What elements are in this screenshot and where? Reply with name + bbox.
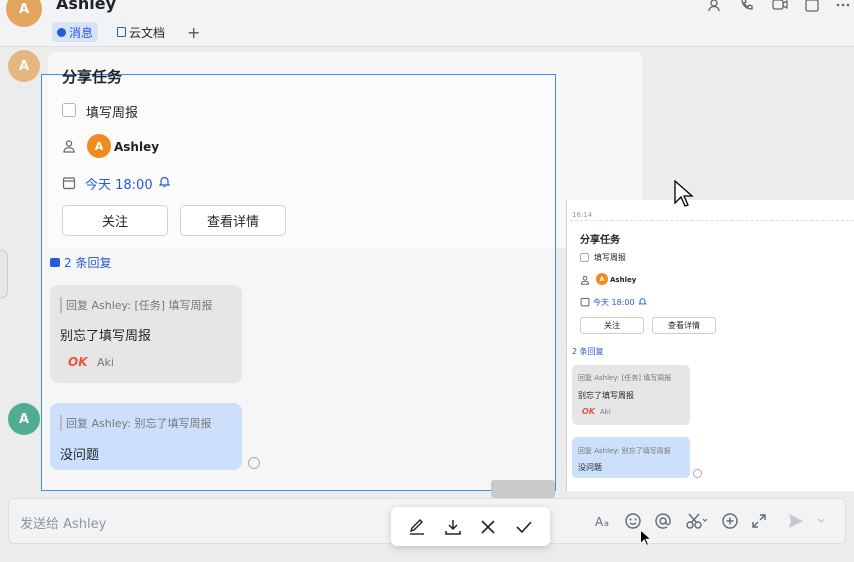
preview-person-icon — [580, 275, 590, 287]
preview-replies: 2 条回复 — [572, 347, 604, 356]
task-owner-name: Ashley — [114, 140, 160, 154]
task-checkbox[interactable] — [62, 103, 76, 117]
send-options-chevron-icon[interactable] — [814, 511, 828, 531]
contact-name: Ashley — [56, 0, 117, 13]
view-details-button[interactable]: 查看详情 — [180, 205, 286, 236]
preview-due-time: 今天 18:00 — [593, 298, 635, 307]
ok-reaction-icon[interactable]: OK — [68, 355, 88, 369]
phone-icon[interactable] — [738, 0, 756, 14]
add-tab-button[interactable]: + — [182, 22, 205, 42]
text-format-icon[interactable]: Aa — [594, 511, 614, 531]
reply-count-label: 2 条回复 — [64, 256, 112, 270]
task-name[interactable]: 填写周报 — [86, 102, 138, 121]
preview-task-name: 填写周报 — [594, 253, 626, 262]
own-reply-quote: 回复 Ashley: 别忘了填写周报 — [60, 415, 211, 431]
preview-sending-icon — [693, 469, 702, 478]
send-icon[interactable] — [786, 511, 806, 531]
add-icon[interactable] — [720, 511, 740, 531]
task-card-title: 分享任务 — [62, 68, 123, 86]
task-due-time[interactable]: 今天 18:00 — [85, 174, 153, 193]
tab-messages[interactable]: 消息 — [52, 22, 99, 42]
preview-follow-button: 关注 — [580, 317, 644, 334]
emoji-icon[interactable] — [623, 511, 643, 531]
close-icon[interactable] — [477, 516, 499, 538]
preview-reaction-user: Aki — [600, 408, 611, 416]
preview-own-quote: 回复 Ashley: 别忘了填写周报 — [578, 447, 671, 455]
document-icon — [117, 27, 126, 37]
screenshot-scissors-icon[interactable] — [684, 511, 710, 531]
contact-avatar[interactable]: A — [6, 0, 42, 27]
tab-cloud-docs-label: 云文档 — [129, 25, 166, 40]
preview-owner-avatar: A — [596, 273, 608, 285]
tab-messages-label: 消息 — [69, 25, 94, 40]
header-divider — [0, 46, 854, 47]
sending-status-icon — [248, 457, 260, 469]
mention-icon[interactable] — [653, 511, 673, 531]
pen-icon[interactable] — [406, 516, 428, 538]
selection-size-chip — [491, 480, 555, 498]
chat-header: A Ashley 消息 云文档 + — [0, 0, 854, 46]
mouse-cursor-icon-2 — [640, 529, 652, 551]
preview-time: 16:14 — [572, 211, 593, 219]
reply-message: 别忘了填写周报 — [60, 329, 152, 344]
confirm-check-icon[interactable] — [513, 516, 535, 538]
preview-own-message: 没问题 — [578, 463, 602, 472]
preview-reply-quote: 回复 Ashley: [任务] 填写周报 — [578, 374, 672, 382]
more-icon[interactable] — [834, 0, 852, 14]
add-member-icon[interactable] — [706, 0, 724, 14]
tab-cloud-docs[interactable]: 云文档 — [112, 22, 170, 42]
task-owner-avatar[interactable]: A — [87, 134, 111, 158]
due-date-icon — [62, 176, 76, 194]
preview-ok-reaction-icon: OK — [582, 407, 595, 416]
person-icon — [62, 139, 76, 157]
preview-detail-button: 查看详情 — [652, 317, 716, 334]
chat-bubble-icon — [57, 27, 66, 37]
screenshot-toolbar — [391, 507, 550, 546]
video-icon[interactable] — [771, 0, 789, 14]
message-input-placeholder[interactable]: 发送给 Ashley — [20, 513, 106, 532]
side-handle[interactable] — [0, 250, 8, 298]
svg-text:A: A — [595, 515, 604, 528]
preview-calendar-icon — [580, 297, 590, 309]
preview-task-checkbox — [580, 253, 589, 262]
preview-owner-name: Ashley — [610, 276, 637, 284]
reminder-bell-icon[interactable] — [158, 175, 171, 191]
svg-text:a: a — [604, 519, 609, 528]
reply-quote: 回复 Ashley: [任务] 填写周报 — [60, 297, 213, 313]
thread-replies-link[interactable]: 2 条回复 — [50, 254, 111, 271]
calendar-icon[interactable] — [803, 0, 821, 14]
download-icon[interactable] — [442, 516, 464, 538]
mouse-cursor-icon — [674, 179, 694, 212]
sender-avatar-2[interactable]: A — [8, 403, 40, 435]
preview-bell-icon — [638, 297, 647, 308]
own-reply-message: 没问题 — [60, 448, 100, 463]
sender-avatar[interactable]: A — [8, 50, 40, 82]
reaction-user: Aki — [97, 356, 114, 369]
reply-count-icon — [50, 258, 60, 267]
preview-reply-message: 别忘了填写周报 — [578, 391, 634, 400]
expand-icon[interactable] — [749, 511, 769, 531]
preview-task-title: 分享任务 — [580, 235, 620, 246]
follow-button[interactable]: 关注 — [62, 205, 168, 236]
